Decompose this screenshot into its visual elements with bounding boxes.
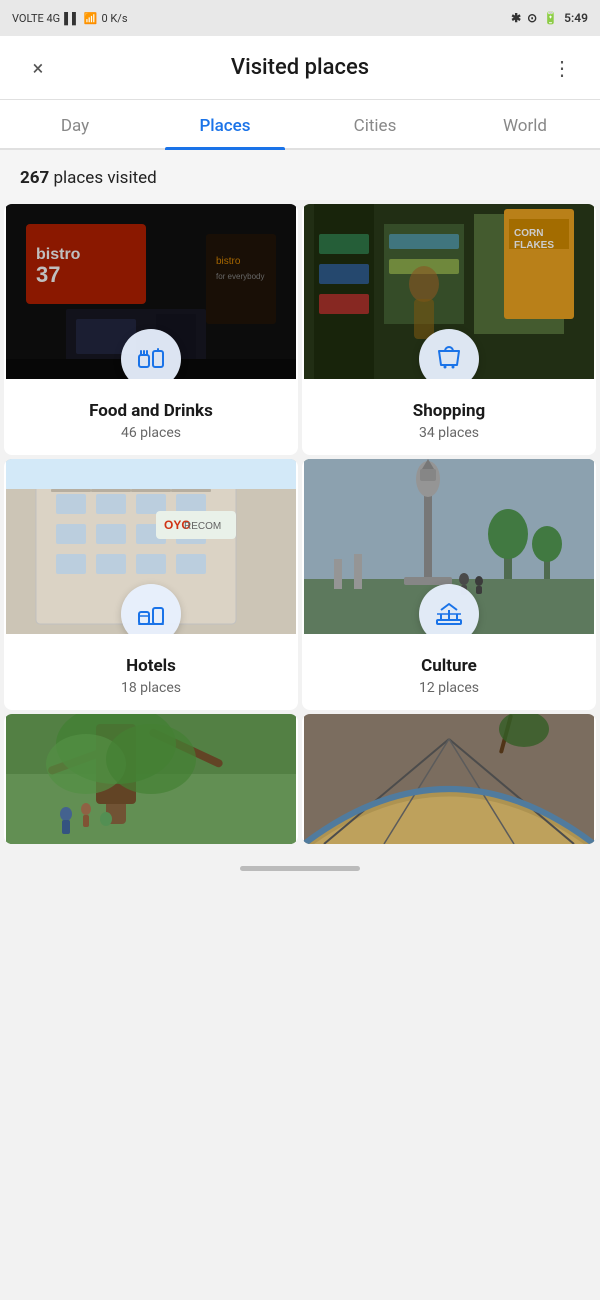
bottom-bar <box>0 848 600 888</box>
partial-card-row <box>0 714 600 848</box>
category-grid: bistro 37 bistro for everybody <box>0 200 600 714</box>
culture-image <box>302 459 596 634</box>
status-bar: VOLTE 4G ▌▌ 📶 0 K/s ✱ ⊙ 🔋 5:49 <box>0 0 600 36</box>
bluetooth-icon: ✱ <box>511 11 521 25</box>
culture-title: Culture <box>314 656 584 676</box>
hotels-body: Hotels 18 places <box>4 634 298 710</box>
food-drinks-card[interactable]: bistro 37 bistro for everybody <box>4 204 298 455</box>
places-count-bar: 267 places visited <box>0 150 600 200</box>
status-left: VOLTE 4G ▌▌ 📶 0 K/s <box>12 12 128 25</box>
food-drinks-title: Food and Drinks <box>16 401 286 421</box>
partial-card-nature[interactable] <box>4 714 298 844</box>
hotels-title: Hotels <box>16 656 286 676</box>
app-header: × Visited places ⋮ <box>0 36 600 100</box>
data-speed: 0 K/s <box>101 12 127 25</box>
hotels-image: OYO RECOM <box>4 459 298 634</box>
tab-cities[interactable]: Cities <box>300 100 450 148</box>
status-right: ✱ ⊙ 🔋 5:49 <box>511 11 588 25</box>
page-title: Visited places <box>58 55 542 80</box>
more-options-button[interactable]: ⋮ <box>542 48 582 88</box>
location-icon: ⊙ <box>527 11 537 25</box>
culture-body: Culture 12 places <box>302 634 596 710</box>
home-indicator <box>240 866 360 871</box>
places-count-number: 267 <box>20 168 49 188</box>
close-button[interactable]: × <box>18 48 58 88</box>
food-drinks-image: bistro 37 bistro for everybody <box>4 204 298 379</box>
tabs-bar: Day Places Cities World <box>0 100 600 150</box>
wifi-icon: 📶 <box>84 12 98 25</box>
shopping-body: Shopping 34 places <box>302 379 596 455</box>
battery-icon: 🔋 <box>543 11 558 25</box>
carrier-label: VOLTE 4G <box>12 12 60 25</box>
shopping-count: 34 places <box>314 425 584 441</box>
culture-count: 12 places <box>314 680 584 696</box>
tab-world[interactable]: World <box>450 100 600 148</box>
places-count-suffix: places visited <box>49 168 157 188</box>
tab-day[interactable]: Day <box>0 100 150 148</box>
partial-card-stadium[interactable] <box>302 714 596 844</box>
food-drinks-count: 46 places <box>16 425 286 441</box>
culture-card[interactable]: Culture 12 places <box>302 459 596 710</box>
food-drinks-body: Food and Drinks 46 places <box>4 379 298 455</box>
shopping-title: Shopping <box>314 401 584 421</box>
tab-places[interactable]: Places <box>150 100 300 148</box>
shopping-card[interactable]: CORN FLAKES <box>302 204 596 455</box>
time-label: 5:49 <box>564 11 588 25</box>
signal-icon: ▌▌ <box>64 12 80 25</box>
shopping-image: CORN FLAKES <box>302 204 596 379</box>
hotels-card[interactable]: OYO RECOM Hotels 18 places <box>4 459 298 710</box>
hotels-count: 18 places <box>16 680 286 696</box>
